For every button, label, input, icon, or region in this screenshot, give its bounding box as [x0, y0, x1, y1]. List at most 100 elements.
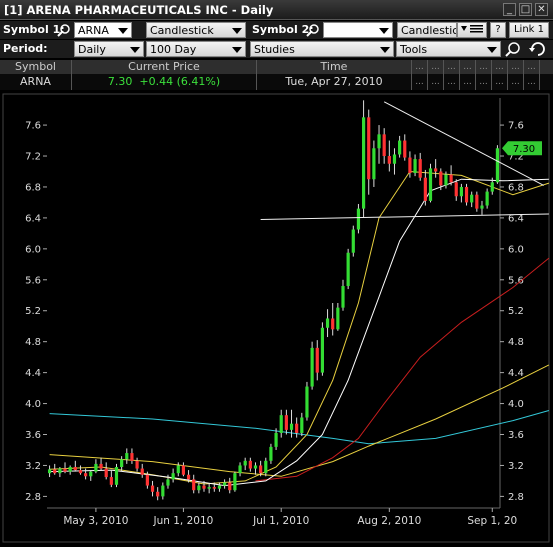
candle-body — [166, 479, 170, 486]
candle-body — [84, 473, 88, 477]
candle-body — [176, 465, 180, 474]
candle-body — [248, 460, 252, 469]
y-tick-label-left: 3.6 — [25, 430, 41, 441]
candle-body — [197, 485, 201, 491]
candle-body — [217, 485, 222, 489]
candle-body — [305, 386, 309, 418]
quote-extra: ... — [524, 74, 540, 90]
candle-body — [145, 474, 149, 486]
candle-body — [361, 117, 366, 209]
quote-header-extra: ... — [428, 60, 444, 74]
y-tick-label-left: 4.4 — [25, 368, 41, 379]
quote-price: 7.30 +0.44 (6.41%) — [72, 74, 257, 90]
chart-type2-select[interactable]: Candlestick — [397, 22, 457, 38]
close-icon[interactable]: ✕ — [535, 3, 548, 16]
quote-symbol: ARNA — [0, 74, 72, 90]
candle-body — [480, 205, 484, 209]
x-tick-label: Aug 2, 2010 — [357, 515, 421, 527]
candle-body — [156, 491, 160, 497]
studies-select[interactable]: Studies — [250, 41, 394, 57]
search-icon[interactable] — [306, 23, 320, 37]
candle-body — [78, 470, 83, 474]
quote-header: Symbol Current Price Time ... ... ... ..… — [0, 60, 553, 74]
restore-icon[interactable]: □ — [519, 3, 532, 16]
candle-body — [135, 460, 139, 469]
candle-body — [464, 186, 469, 203]
search-icon[interactable] — [57, 23, 71, 37]
candle-body — [336, 307, 340, 330]
candle-body — [94, 463, 98, 472]
candle-body — [367, 117, 371, 180]
price-chart[interactable]: 2.8 2.8 3.2 3.2 3.6 3.6 4.0 4.0 4.4 4.4 4.8 4.8 5.2 5… — [0, 92, 553, 547]
candle-body — [264, 460, 268, 474]
y-tick-label-right: 2.8 — [508, 492, 524, 503]
minimize-icon[interactable]: _ — [503, 3, 516, 16]
candle-body — [269, 446, 273, 461]
quote-extra: ... — [492, 74, 508, 90]
quote-header-extra: ... — [492, 60, 508, 74]
candle-body — [295, 423, 299, 433]
x-tick-label: Sep 1, 20 — [467, 515, 517, 527]
candle-body — [274, 432, 278, 447]
period-select[interactable]: Daily — [74, 41, 144, 57]
symbol2-input[interactable] — [323, 22, 393, 38]
candle-body — [109, 477, 113, 485]
y-tick-label-left: 6.0 — [25, 244, 41, 255]
candle-body — [418, 159, 422, 178]
y-tick-label-left: 6.8 — [25, 182, 41, 193]
quote-header-time: Time — [257, 60, 412, 74]
candle-body — [475, 194, 479, 209]
candle-body — [341, 285, 345, 308]
candle-body — [279, 415, 283, 433]
quote-extra: ... — [428, 74, 444, 90]
help-button[interactable]: ? — [490, 22, 506, 38]
candle-body — [192, 479, 196, 491]
candle-body — [284, 415, 288, 430]
zoom-icon[interactable] — [504, 40, 524, 58]
link-button[interactable]: Link 1 — [509, 22, 549, 38]
candle-body — [53, 469, 57, 474]
y-tick-label-left: 4.0 — [25, 399, 41, 410]
candle-body — [63, 468, 67, 472]
quote-header-extra: ... — [460, 60, 476, 74]
y-tick-label-left: 7.6 — [25, 121, 41, 132]
menu-icon — [461, 25, 483, 33]
candle-body — [372, 148, 376, 180]
candle-body — [485, 191, 489, 206]
candle-body — [73, 467, 77, 471]
candle-body — [413, 159, 417, 174]
y-tick-label-right: 5.2 — [508, 306, 524, 317]
candle-body — [125, 453, 129, 460]
candle-body — [387, 156, 391, 164]
candle-body — [202, 485, 206, 489]
candle-body — [428, 168, 433, 201]
y-tick-label-left: 7.2 — [25, 152, 41, 163]
y-tick-label-right: 7.6 — [508, 121, 524, 132]
refresh-icon[interactable] — [528, 40, 548, 58]
quote-change: +0.44 (6.41%) — [139, 75, 221, 88]
range-select[interactable]: 100 Day — [146, 41, 246, 57]
candle-body — [351, 229, 355, 253]
symbol1-input[interactable]: ARNA — [74, 22, 132, 38]
candle-body — [104, 468, 108, 478]
candle-body — [392, 154, 397, 164]
quote-row[interactable]: ARNA 7.30 +0.44 (6.41%) Tue, Apr 27, 201… — [0, 74, 553, 90]
candle-body — [377, 134, 381, 149]
quote-extra: ... — [476, 74, 492, 90]
candle-body — [130, 453, 134, 461]
chart-menu-button[interactable] — [457, 22, 487, 38]
y-tick-label-left: 4.8 — [25, 337, 41, 348]
y-tick-label-right: 4.4 — [508, 368, 524, 379]
candle-body — [289, 423, 294, 430]
candle-body — [434, 168, 438, 172]
candle-body — [150, 485, 155, 492]
candle-body — [68, 467, 72, 472]
candle-body — [325, 318, 330, 328]
chart-type-select[interactable]: Candlestick — [146, 22, 246, 38]
tools-select[interactable]: Tools — [396, 41, 501, 57]
candle-body — [320, 327, 324, 373]
candle-body — [89, 471, 93, 477]
quote-header-extra: ... — [412, 60, 428, 74]
candle-body — [315, 347, 319, 373]
x-tick-label: Jun 1, 2010 — [153, 515, 214, 527]
